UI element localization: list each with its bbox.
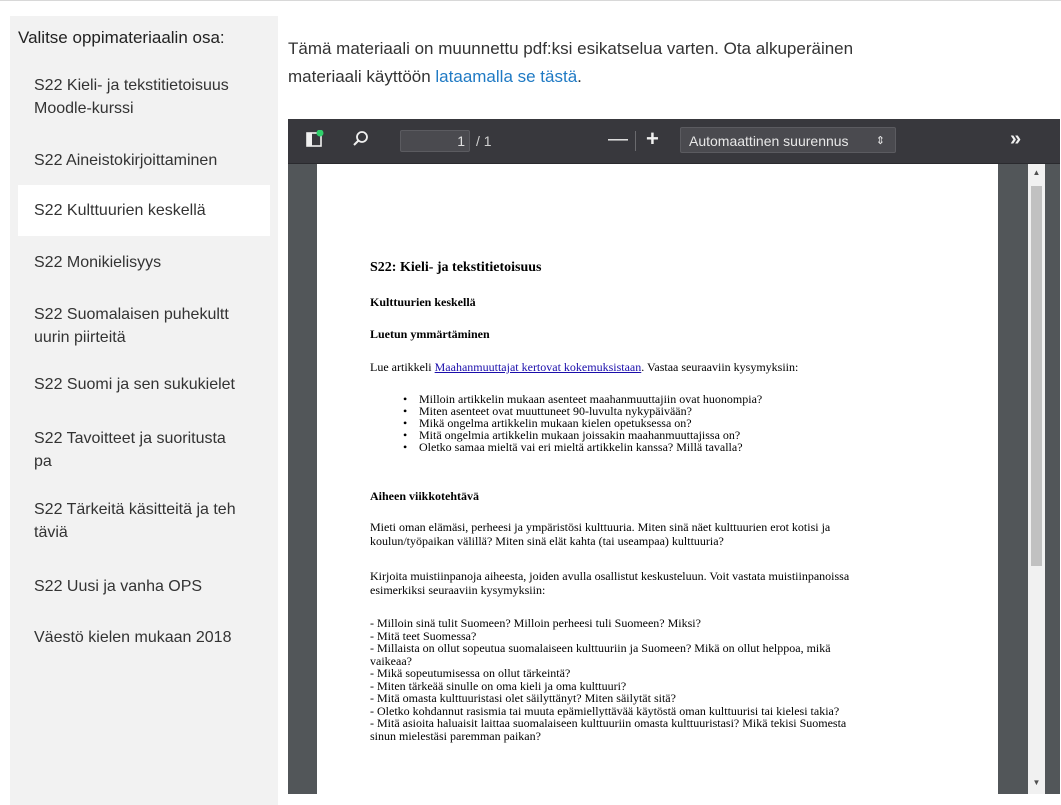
- doc-section-viikkotehtava: Aiheen viikkotehtävä: [370, 489, 480, 503]
- dash-line: - Milloin sinä tulit Suomeen? Milloin pe…: [370, 616, 701, 630]
- sidebar-item-tavoitteet[interactable]: S22 Tavoitteet ja suoritusta pa: [18, 427, 270, 473]
- pdf-toolbar: / 1 — + Automaattinen suurennus ⇕ »: [288, 119, 1060, 164]
- dash-line: - Mitä asioita haluaisit laittaa suomala…: [370, 716, 847, 730]
- sidebar-item-puhekulttuuri[interactable]: S22 Suomalaisen puhekultt uurin piirteit…: [18, 303, 270, 349]
- zoom-out-icon[interactable]: —: [608, 128, 628, 151]
- top-border: [0, 0, 1061, 1]
- dropdown-arrows-icon: ⇕: [875, 135, 885, 147]
- vertical-scrollbar[interactable]: ▲ ▼: [1028, 164, 1045, 794]
- sidebar-item-label: S22 Aineistokirjoittaminen: [34, 152, 218, 169]
- sidebar-item-label: S22 Suomalaisen puhekultt: [34, 306, 229, 323]
- page-number-input[interactable]: [400, 130, 470, 152]
- sidebar-item-sukukielet[interactable]: S22 Suomi ja sen sukukielet: [18, 373, 270, 396]
- doc-read-suffix: . Vastaa seuraaviin kysymyksiin:: [641, 360, 799, 374]
- sidebar: Valitse oppimateriaalin osa: S22 Kieli- …: [10, 16, 278, 805]
- scroll-up-icon[interactable]: ▲: [1031, 168, 1042, 177]
- doc-read-instruction: Lue artikkeli Maahanmuuttajat kertovat k…: [370, 360, 930, 374]
- doc-section-kulttuurien-keskella: Kulttuurien keskellä: [370, 295, 476, 309]
- scroll-down-icon[interactable]: ▼: [1031, 778, 1042, 787]
- pdf-viewer: / 1 — + Automaattinen suurennus ⇕ » S22:…: [288, 119, 1060, 794]
- intro-line-2: materiaali käyttöön lataamalla se tästä.: [288, 63, 1028, 91]
- zoom-in-icon[interactable]: +: [646, 126, 659, 152]
- doc-dash-list: - Milloin sinä tulit Suomeen? Milloin pe…: [370, 617, 940, 742]
- toolbar-divider: [635, 131, 636, 151]
- sidebar-item-label: täviä: [34, 524, 68, 541]
- doc-paragraph-line: koulun/työpaikan välillä? Miten sinä elä…: [370, 534, 724, 548]
- scrollbar-thumb[interactable]: [1031, 186, 1042, 566]
- sidebar-item-label: S22 Tavoitteet ja suoritusta: [34, 430, 226, 447]
- sidebar-item-aineistokirjoittaminen[interactable]: S22 Aineistokirjoittaminen: [18, 149, 270, 172]
- intro-line-1: Tämä materiaali on muunnettu pdf:ksi esi…: [288, 39, 854, 58]
- sidebar-item-label: Moodle-kurssi: [34, 100, 134, 117]
- sidebar-item-kieli-ja-tekstitietoisuus[interactable]: S22 Kieli- ja tekstitietoisuus Moodle-ku…: [18, 74, 270, 120]
- sidebar-item-label: S22 Kulttuurien keskellä: [34, 202, 206, 219]
- pdf-document-area: S22: Kieli- ja tekstitietoisuus Kulttuur…: [288, 164, 1060, 794]
- sidebar-item-label: pa: [34, 453, 52, 470]
- doc-paragraph-1: Mieti oman elämäsi, perheesi ja ympärist…: [370, 520, 930, 548]
- sidebar-toggle-icon[interactable]: [306, 129, 324, 153]
- sidebar-item-kasitteet[interactable]: S22 Tärkeitä käsitteitä ja teh täviä: [18, 498, 270, 544]
- sidebar-title: Valitse oppimateriaalin osa:: [18, 28, 225, 47]
- sidebar-item-label: S22 Tärkeitä käsitteitä ja teh: [34, 501, 236, 518]
- doc-paragraph-line: esimerkiksi seuraaviin kysymyksiin:: [370, 583, 546, 597]
- question-item: Oletko samaa mieltä vai eri mieltä artik…: [403, 441, 762, 453]
- doc-section-luetun-ymmartaminen: Luetun ymmärtäminen: [370, 327, 490, 341]
- sidebar-item-label: S22 Uusi ja vanha OPS: [34, 578, 203, 595]
- doc-read-prefix: Lue artikkeli: [370, 360, 435, 374]
- download-link[interactable]: lataamalla se tästä: [435, 67, 577, 86]
- doc-title: S22: Kieli- ja tekstitietoisuus: [370, 260, 542, 275]
- intro-prefix: materiaali käyttöön: [288, 67, 436, 86]
- sidebar-item-label: S22 Suomi ja sen sukukielet: [34, 376, 235, 393]
- search-icon[interactable]: [352, 130, 370, 153]
- doc-paragraph-line: Mieti oman elämäsi, perheesi ja ympärist…: [370, 520, 831, 534]
- sidebar-item-vaesto[interactable]: Väestö kielen mukaan 2018: [18, 626, 270, 649]
- pdf-page: S22: Kieli- ja tekstitietoisuus Kulttuur…: [317, 164, 998, 794]
- dash-line: sinun mielestäsi paremman paikan?: [370, 728, 541, 743]
- question-list: Milloin artikkelin mukaan asenteet maaha…: [403, 393, 762, 453]
- sidebar-item-kulttuurien-keskella[interactable]: S22 Kulttuurien keskellä: [18, 185, 270, 236]
- zoom-select[interactable]: Automaattinen suurennus ⇕: [680, 127, 896, 153]
- article-link[interactable]: Maahanmuuttajat kertovat kokemuksistaan: [435, 360, 642, 374]
- page-count: / 1: [476, 133, 492, 149]
- intro-text: Tämä materiaali on muunnettu pdf:ksi esi…: [288, 35, 1028, 91]
- sidebar-item-ops[interactable]: S22 Uusi ja vanha OPS: [18, 575, 270, 598]
- dash-line: - Mikä sopeutumisessa on ollut tärkeintä…: [370, 666, 571, 680]
- zoom-select-value: Automaattinen suurennus: [689, 133, 849, 149]
- dash-line: - Mitä omasta kulttuuristasi olet säilyt…: [370, 691, 676, 705]
- sidebar-item-label: Väestö kielen mukaan 2018: [34, 629, 232, 646]
- sidebar-item-label: S22 Kieli- ja tekstitietoisuus: [34, 77, 229, 94]
- doc-paragraph-2: Kirjoita muistiinpanoja aiheesta, joiden…: [370, 569, 930, 597]
- sidebar-item-monikielisyys[interactable]: S22 Monikielisyys: [18, 251, 270, 274]
- sidebar-item-label: uurin piirteitä: [34, 329, 126, 346]
- tools-menu-icon[interactable]: »: [1010, 128, 1021, 151]
- doc-paragraph-line: Kirjoita muistiinpanoja aiheesta, joiden…: [370, 569, 850, 583]
- intro-suffix: .: [577, 67, 582, 86]
- sidebar-item-label: S22 Monikielisyys: [34, 254, 162, 271]
- dash-line: - Millaista on ollut sopeutua suomalaise…: [370, 641, 831, 655]
